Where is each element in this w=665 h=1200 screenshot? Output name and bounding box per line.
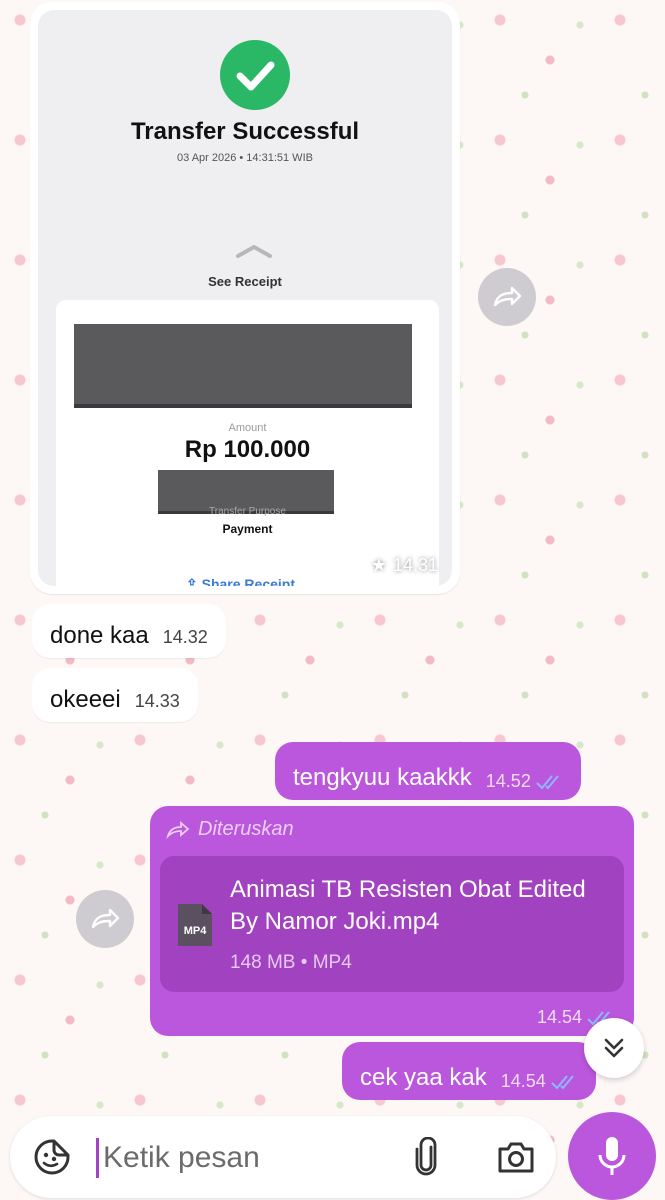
file-name: Animasi TB Resisten Obat Edited By Namor… xyxy=(230,876,586,935)
outgoing-message[interactable]: tengkyuu kaakkk 14.52 xyxy=(275,742,581,800)
image-meta: ★ 14.31 xyxy=(371,555,438,576)
message-meta: 14.52 xyxy=(486,771,563,792)
mp4-file-icon: MP4 xyxy=(178,904,212,946)
microphone-icon xyxy=(598,1137,626,1175)
forward-button[interactable] xyxy=(76,890,134,948)
purpose-value: Payment xyxy=(222,522,273,536)
message-text: okeeei xyxy=(50,686,121,713)
message-time: 14.32 xyxy=(162,627,208,647)
paperclip-icon xyxy=(415,1137,437,1176)
scroll-to-bottom-button[interactable] xyxy=(584,1018,644,1078)
incoming-message[interactable]: okeeei 14.33 xyxy=(32,668,198,722)
double-chevron-down-icon xyxy=(604,1038,624,1058)
purpose-label: Transfer Purpose xyxy=(209,506,286,517)
amount-value: Rp 100.000 xyxy=(184,436,311,463)
amount-label: Amount xyxy=(228,422,267,434)
receipt-date: 03 Apr 2026 • 14:31:51 WIB xyxy=(177,152,313,164)
double-check-icon xyxy=(551,1074,574,1089)
message-input[interactable] xyxy=(96,1138,386,1178)
message-time: 14.54 xyxy=(500,1071,546,1091)
double-check-icon xyxy=(536,774,559,789)
outgoing-message[interactable]: cek yaa kak 14.54 xyxy=(342,1042,596,1100)
receipt-title: Transfer Successful xyxy=(130,118,360,145)
message-text: tengkyuu kaakkk xyxy=(293,764,472,791)
forward-icon xyxy=(91,908,120,929)
receipt-card: Amount Rp 100.000 Transfer Purpose Payme… xyxy=(56,300,439,586)
voice-record-button[interactable] xyxy=(568,1112,656,1200)
forward-icon xyxy=(166,820,190,839)
success-check-icon xyxy=(220,40,290,110)
message-text: cek yaa kak xyxy=(360,1064,487,1091)
forward-icon xyxy=(493,286,522,307)
camera-icon xyxy=(498,1142,534,1173)
message-time: 14.52 xyxy=(485,771,531,791)
see-receipt-label: See Receipt xyxy=(208,274,282,289)
file-attachment[interactable]: MP4 Animasi TB Resisten Obat Edited By N… xyxy=(160,856,624,992)
incoming-message[interactable]: done kaa 14.32 xyxy=(32,604,226,658)
message-time: 14.33 xyxy=(134,691,180,711)
forward-button[interactable] xyxy=(478,268,536,326)
chevron-up-icon xyxy=(236,244,272,258)
star-icon: ★ xyxy=(370,555,387,575)
svg-text:MP4: MP4 xyxy=(184,925,208,937)
attach-button[interactable] xyxy=(404,1135,448,1179)
camera-button[interactable] xyxy=(494,1135,538,1179)
message-text: done kaa xyxy=(50,622,149,649)
message-input-bar xyxy=(10,1116,556,1198)
receipt-screenshot: Transfer Successful 03 Apr 2026 • 14:31:… xyxy=(38,10,452,586)
message-time: 14.31 xyxy=(392,555,438,575)
receipt-image-message[interactable]: Transfer Successful 03 Apr 2026 • 14:31:… xyxy=(30,2,460,594)
message-meta: 14.54 xyxy=(501,1071,578,1092)
share-receipt-label: ⇪ Share Receipt xyxy=(186,576,295,586)
forwarded-label: Diteruskan xyxy=(166,818,294,841)
message-time: 14.54 xyxy=(536,1007,582,1027)
redaction-block xyxy=(74,324,412,408)
file-meta: 148 MB • MP4 xyxy=(230,952,352,973)
sticker-icon xyxy=(34,1139,70,1175)
sticker-button[interactable] xyxy=(30,1135,74,1179)
forwarded-file-message[interactable]: Diteruskan MP4 Animasi TB Resisten Obat … xyxy=(150,806,634,1036)
